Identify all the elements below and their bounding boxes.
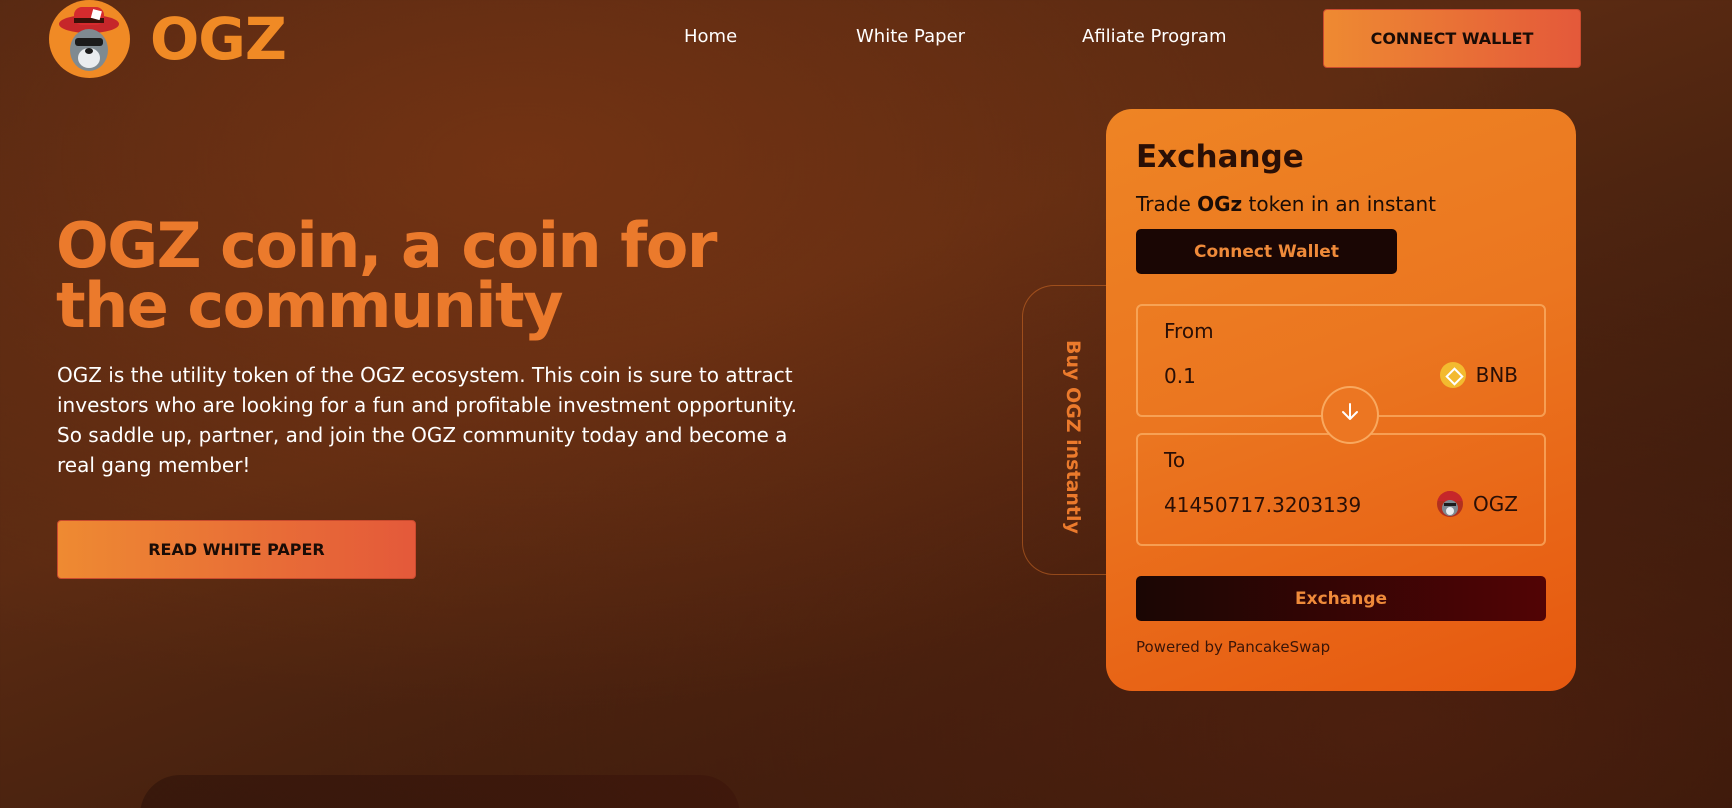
nav-affiliate-program[interactable]: Afiliate Program — [1082, 26, 1226, 47]
exchange-card: Exchange Trade OGz token in an instant C… — [1106, 109, 1576, 691]
arrow-down-icon — [1339, 401, 1361, 429]
to-amount-input[interactable]: 41450717.3203139 — [1164, 493, 1361, 517]
connect-wallet-button[interactable]: CONNECT WALLET — [1323, 9, 1581, 68]
hero-description: OGZ is the utility token of the OGZ ecos… — [57, 363, 797, 477]
nav-white-paper[interactable]: White Paper — [856, 26, 965, 47]
exchange-subtitle-token: OGz — [1197, 192, 1243, 216]
exchange-title: Exchange — [1136, 139, 1304, 175]
from-token-label: BNB — [1475, 363, 1518, 387]
from-token-selector[interactable]: BNB — [1439, 362, 1518, 388]
exchange-button[interactable]: Exchange — [1136, 576, 1546, 621]
powered-by: Powered by PancakeSwap — [1136, 638, 1331, 656]
from-label: From — [1164, 319, 1214, 343]
to-token-label: OGZ — [1473, 492, 1518, 516]
ogz-mascot-icon — [1437, 491, 1464, 517]
nav-home[interactable]: Home — [684, 26, 737, 47]
bottom-decoration — [140, 775, 740, 808]
to-label: To — [1164, 448, 1186, 472]
card-connect-wallet-button[interactable]: Connect Wallet — [1136, 229, 1397, 274]
exchange-subtitle-prefix: Trade — [1136, 192, 1198, 216]
to-token-selector[interactable]: OGZ — [1437, 491, 1518, 517]
exchange-subtitle: Trade OGz token in an instant — [1136, 192, 1436, 216]
buy-instantly-label[interactable]: Buy OGZ instantly — [1062, 340, 1084, 534]
hero-title: OGZ coin, a coin for the community — [56, 209, 717, 342]
bnb-icon — [1439, 362, 1466, 388]
to-field[interactable]: To 41450717.3203139 OGZ — [1136, 433, 1546, 546]
exchange-subtitle-suffix: token in an instant — [1242, 192, 1436, 216]
from-amount-input[interactable]: 0.1 — [1164, 364, 1196, 388]
read-white-paper-button[interactable]: READ WHITE PAPER — [57, 520, 416, 579]
swap-direction-button[interactable] — [1321, 386, 1379, 444]
